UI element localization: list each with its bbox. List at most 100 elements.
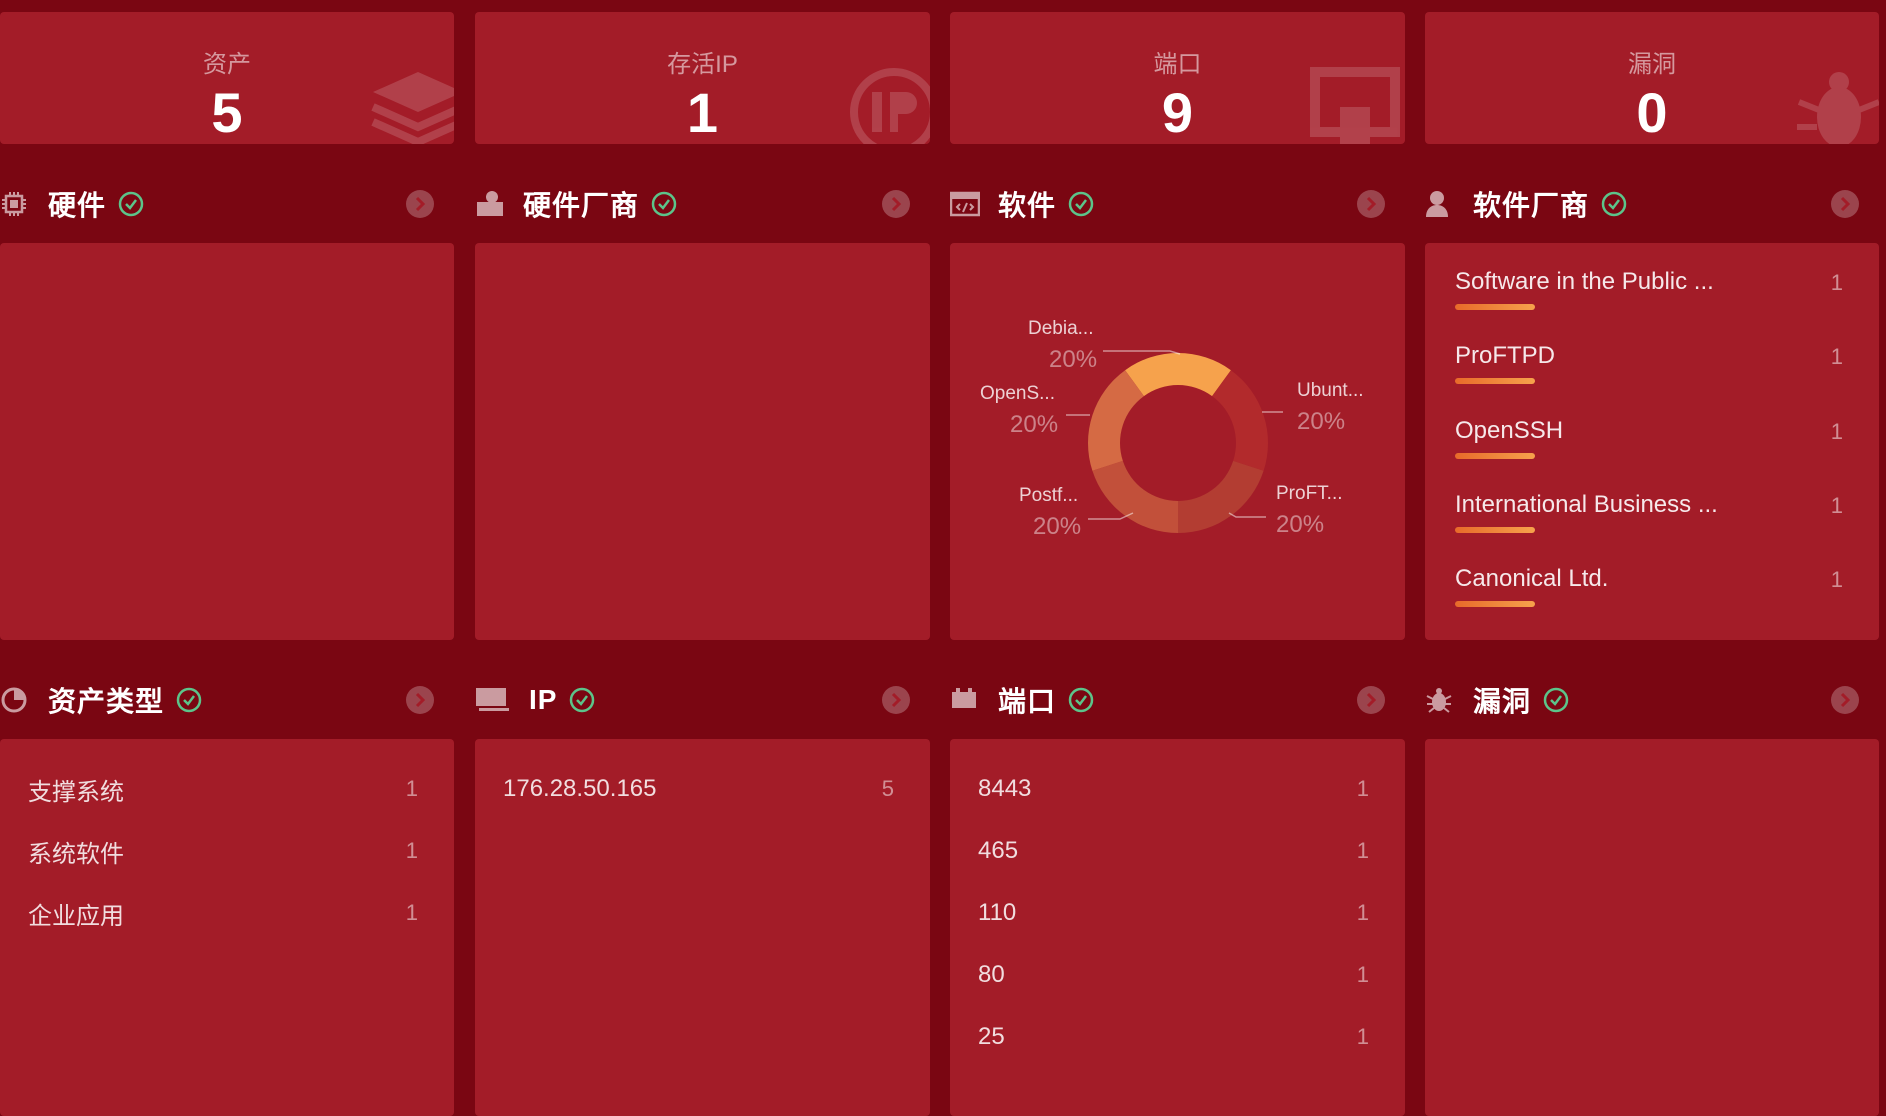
check-circle-icon <box>570 687 595 713</box>
check-circle-icon <box>651 191 677 217</box>
list-item-count: 5 <box>881 776 894 801</box>
pie-slice[interactable] <box>1125 353 1231 397</box>
list-item-name: 支撑系统 <box>28 778 124 806</box>
list-item[interactable]: 8443 1 <box>978 769 1369 809</box>
list-item-count: 1 <box>405 900 418 925</box>
software-donut-chart <box>1066 350 1283 533</box>
list-item[interactable]: 企业应用 1 <box>28 893 418 933</box>
port-icon <box>950 685 980 715</box>
list-item[interactable]: Software in the Public ... 1 <box>1455 268 1843 328</box>
list-item[interactable]: 465 1 <box>978 831 1369 871</box>
pie-pct-postfix: 20% <box>1033 513 1082 540</box>
vendor-bar <box>1455 304 1535 310</box>
section-title: 漏洞 <box>1473 686 1532 717</box>
port-panel: 8443 1 465 1 110 1 80 1 25 1 <box>950 739 1405 1116</box>
chip-icon <box>0 189 30 219</box>
pie-label-proftpd: ProFT... <box>1276 483 1343 504</box>
chevron-right-icon[interactable] <box>882 190 910 218</box>
chevron-right-icon[interactable] <box>1831 686 1859 714</box>
section-title: 资产类型 <box>48 686 165 717</box>
list-item-count: 1 <box>1356 1024 1369 1049</box>
pie-slice[interactable] <box>1178 460 1264 533</box>
vendor-bar <box>1455 453 1535 459</box>
pie-slice[interactable] <box>1212 370 1268 471</box>
vendor-count: 1 <box>1830 419 1843 444</box>
vendor-name: Software in the Public ... <box>1455 268 1714 295</box>
list-item-count: 1 <box>1356 962 1369 987</box>
list-item[interactable]: Canonical Ltd. 1 <box>1455 565 1843 625</box>
pie-pct-openssh: 20% <box>1010 411 1059 438</box>
list-item-count: 1 <box>405 838 418 863</box>
section-header-asset-type: 资产类型 <box>0 670 454 730</box>
list-item-name: 80 <box>978 961 1005 988</box>
list-item[interactable]: 支撑系统 1 <box>28 769 418 809</box>
list-item[interactable]: International Business ... 1 <box>1455 491 1843 551</box>
list-item[interactable]: ProFTPD 1 <box>1455 342 1843 402</box>
list-item-count: 1 <box>405 776 418 801</box>
vendor-count: 1 <box>1830 493 1843 518</box>
chevron-right-icon[interactable] <box>882 686 910 714</box>
pie-leader-line <box>1228 512 1266 518</box>
monitor-icon <box>475 685 511 715</box>
stat-card-ports[interactable]: 端口 9 <box>950 12 1405 144</box>
check-circle-icon <box>1543 687 1569 713</box>
section-title: 软件厂商 <box>1473 190 1590 221</box>
section-header-ip: IP <box>475 670 930 730</box>
bug-icon <box>1797 72 1879 144</box>
chevron-right-icon[interactable] <box>1831 190 1859 218</box>
section-title: 硬件 <box>48 190 107 221</box>
pie-pct-debian: 20% <box>1049 346 1098 373</box>
software-vendor-panel: Software in the Public ... 1 ProFTPD 1 O… <box>1425 243 1879 640</box>
chevron-right-icon[interactable] <box>1357 686 1385 714</box>
section-title: 端口 <box>998 686 1057 717</box>
vendor-name: Canonical Ltd. <box>1455 565 1609 592</box>
section-title: IP <box>529 684 558 715</box>
pie-label-ubuntu: Ubunt... <box>1297 380 1364 401</box>
pie-pct-proftpd: 20% <box>1276 511 1325 538</box>
stat-card-assets[interactable]: 资产 5 <box>0 12 454 144</box>
check-circle-icon <box>1601 191 1627 217</box>
list-item-name: 系统软件 <box>28 840 124 868</box>
vuln-panel <box>1425 739 1879 1116</box>
vendor-bar <box>1455 378 1535 384</box>
user-card-icon <box>475 189 505 219</box>
asset-type-panel: 支撑系统 1 系统软件 1 企业应用 1 <box>0 739 454 1116</box>
vendor-count: 1 <box>1830 567 1843 592</box>
check-circle-icon <box>176 687 202 713</box>
ip-panel: 176.28.50.165 5 <box>475 739 930 1116</box>
chevron-right-icon[interactable] <box>406 686 434 714</box>
pie-slice[interactable] <box>1088 370 1144 471</box>
vendor-name: OpenSSH <box>1455 417 1564 444</box>
list-item-count: 1 <box>1356 838 1369 863</box>
section-header-vuln: 漏洞 <box>1425 670 1879 730</box>
list-item[interactable]: 80 1 <box>978 955 1369 995</box>
pie-label-debian: Debia... <box>1028 318 1094 339</box>
chevron-right-icon[interactable] <box>1357 190 1385 218</box>
list-item[interactable]: OpenSSH 1 <box>1455 417 1843 477</box>
list-item[interactable]: 25 1 <box>978 1017 1369 1057</box>
list-item-count: 1 <box>1356 900 1369 925</box>
code-window-icon <box>950 189 980 219</box>
section-header-hardware: 硬件 <box>0 174 454 234</box>
list-item-name: 176.28.50.165 <box>503 775 657 802</box>
chevron-right-icon[interactable] <box>406 190 434 218</box>
list-item-name: 465 <box>978 837 1019 864</box>
stat-card-alive-ip[interactable]: 存活IP 1 <box>475 12 930 144</box>
pie-label-openssh: OpenS... <box>980 383 1055 404</box>
hardware-vendor-panel <box>475 243 930 640</box>
port-icon <box>1310 67 1400 144</box>
list-item[interactable]: 110 1 <box>978 893 1369 933</box>
list-item-name: 25 <box>978 1023 1005 1050</box>
pie-label-postfix: Postf... <box>1019 485 1079 506</box>
list-item-count: 1 <box>1356 776 1369 801</box>
stat-card-vulns[interactable]: 漏洞 0 <box>1425 12 1879 144</box>
pie-slice[interactable] <box>1092 460 1178 533</box>
section-title: 硬件厂商 <box>523 190 640 221</box>
check-circle-icon <box>1068 191 1094 217</box>
list-item[interactable]: 系统软件 1 <box>28 831 418 871</box>
section-title: 软件 <box>998 190 1057 221</box>
ip-icon <box>850 68 930 144</box>
section-header-hardware-vendor: 硬件厂商 <box>475 174 930 234</box>
vendor-count: 1 <box>1830 270 1843 295</box>
list-item[interactable]: 176.28.50.165 5 <box>503 769 894 809</box>
